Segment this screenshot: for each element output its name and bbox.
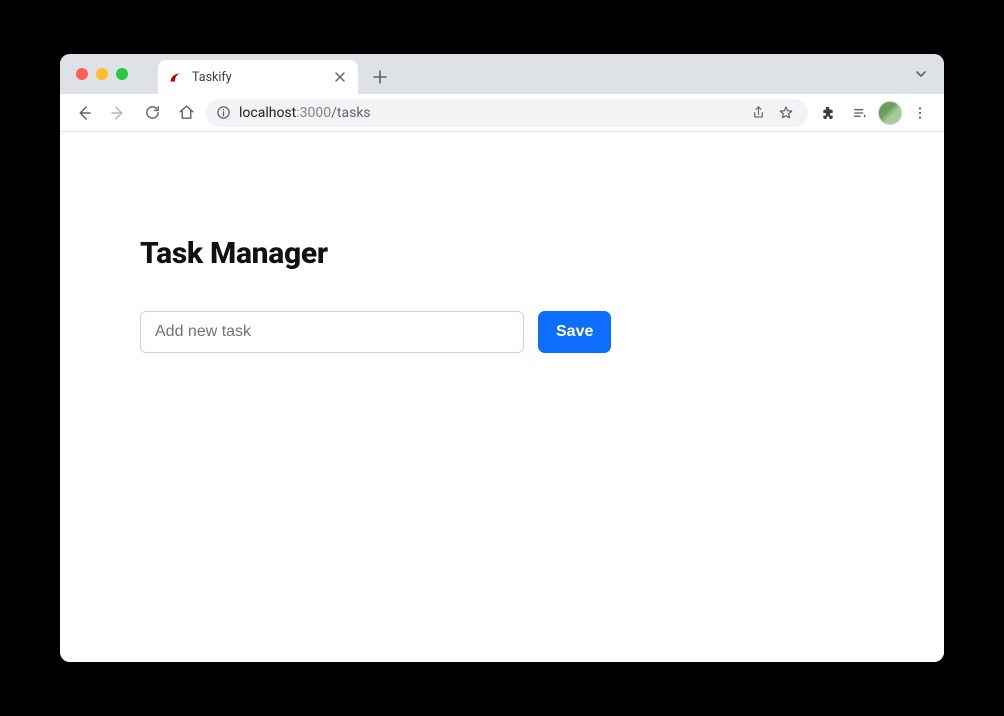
tab-close-button[interactable] xyxy=(332,69,348,85)
kebab-menu-icon[interactable] xyxy=(906,99,934,127)
url-port: :3000 xyxy=(296,105,331,121)
extensions-icon[interactable] xyxy=(814,99,842,127)
browser-window: Taskify localhos xyxy=(60,54,944,662)
profile-avatar[interactable] xyxy=(878,101,902,125)
bookmark-star-icon[interactable] xyxy=(774,101,798,125)
url-text: localhost:3000/tasks xyxy=(239,105,371,121)
address-bar[interactable]: localhost:3000/tasks xyxy=(206,99,808,127)
rails-favicon-icon xyxy=(168,69,184,85)
tab-overflow-button[interactable] xyxy=(914,54,936,94)
url-path: /tasks xyxy=(331,105,371,121)
window-controls xyxy=(68,54,138,94)
window-close-button[interactable] xyxy=(76,68,88,80)
browser-tab[interactable]: Taskify xyxy=(158,60,358,94)
reload-button[interactable] xyxy=(138,99,166,127)
tab-bar: Taskify xyxy=(60,54,944,94)
page-title: Task Manager xyxy=(140,236,860,271)
site-info-icon[interactable] xyxy=(216,105,231,120)
tab-title: Taskify xyxy=(192,70,324,85)
page-content: Task Manager Save xyxy=(60,132,944,662)
new-tab-button[interactable] xyxy=(366,63,394,91)
task-input[interactable] xyxy=(140,311,524,353)
window-maximize-button[interactable] xyxy=(116,68,128,80)
save-button[interactable]: Save xyxy=(538,311,611,353)
toolbar: localhost:3000/tasks xyxy=(60,94,944,132)
home-button[interactable] xyxy=(172,99,200,127)
share-icon[interactable] xyxy=(746,101,770,125)
url-host: localhost xyxy=(239,105,296,121)
task-form: Save xyxy=(140,311,860,353)
back-button[interactable] xyxy=(70,99,98,127)
window-minimize-button[interactable] xyxy=(96,68,108,80)
forward-button[interactable] xyxy=(104,99,132,127)
media-control-icon[interactable] xyxy=(846,99,874,127)
